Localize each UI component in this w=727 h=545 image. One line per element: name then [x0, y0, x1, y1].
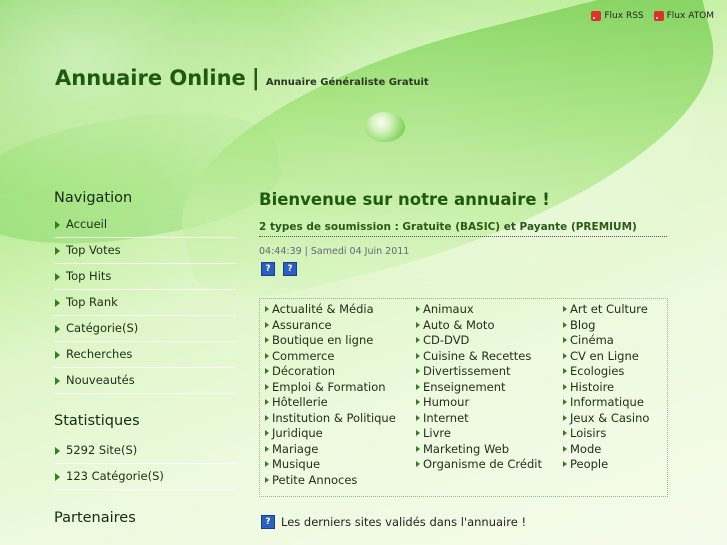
site-tagline: Annuaire Généraliste Gratuit — [265, 77, 429, 88]
info-icons: ? ? — [261, 262, 297, 276]
site-name[interactable]: Annuaire Online — [55, 66, 246, 90]
category-link[interactable]: Animaux — [415, 302, 542, 318]
category-link[interactable]: Organisme de Crédit — [415, 457, 542, 473]
category-link[interactable]: Art et Culture — [562, 302, 649, 318]
nav-item-top-rank[interactable]: Top Rank — [54, 290, 236, 316]
category-link[interactable]: Internet — [415, 411, 542, 427]
category-link[interactable]: CV en Ligne — [562, 349, 649, 365]
category-link[interactable]: Enseignement — [415, 380, 542, 396]
welcome-title: Bienvenue sur notre annuaire ! — [259, 190, 550, 209]
latest-sites-heading: Les derniers sites validés dans l'annuai… — [281, 515, 527, 529]
category-link[interactable]: Institution & Politique — [264, 411, 396, 427]
category-link[interactable]: Livre — [415, 426, 542, 442]
category-link[interactable]: Histoire — [562, 380, 649, 396]
category-link[interactable]: Petite Annoces — [264, 473, 396, 489]
category-link[interactable]: Auto & Moto — [415, 318, 542, 334]
category-link[interactable]: Musique — [264, 457, 396, 473]
submission-types: 2 types de soumission : Gratuite (BASIC)… — [259, 221, 667, 237]
category-link[interactable]: Boutique en ligne — [264, 333, 396, 349]
site-header: Annuaire Online | Annuaire Généraliste G… — [55, 66, 429, 91]
nav-item-accueil[interactable]: Accueil — [54, 212, 236, 238]
nav-item-categories[interactable]: Catégorie(S) — [54, 316, 236, 342]
category-link[interactable]: Blog — [562, 318, 649, 334]
category-link[interactable]: Divertissement — [415, 364, 542, 380]
date-time: 04:44:39 | Samedi 04 Juin 2011 — [259, 246, 410, 257]
navigation-list: Accueil Top Votes Top Hits Top Rank Caté… — [54, 212, 236, 394]
category-link[interactable]: Humour — [415, 395, 542, 411]
rss-icon — [591, 11, 602, 21]
nav-item-top-hits[interactable]: Top Hits — [54, 264, 236, 290]
category-link[interactable]: Assurance — [264, 318, 396, 334]
partners-heading: Partenaires — [54, 510, 136, 526]
feed-links: Flux RSS Flux ATOM — [591, 11, 714, 21]
statistics-heading: Statistiques — [54, 413, 140, 429]
category-link[interactable]: Mariage — [264, 442, 396, 458]
title-separator: | — [251, 66, 260, 91]
category-column-1: Actualité & Média Assurance Boutique en … — [264, 302, 396, 488]
category-link[interactable]: Décoration — [264, 364, 396, 380]
category-link[interactable]: People — [562, 457, 649, 473]
category-link[interactable]: Commerce — [264, 349, 396, 365]
nav-item-top-votes[interactable]: Top Votes — [54, 238, 236, 264]
navigation-heading: Navigation — [54, 190, 133, 206]
category-link[interactable]: Hôtellerie — [264, 395, 396, 411]
stat-categories: 123 Catégorie(S) — [54, 464, 236, 490]
background-leaf — [152, 0, 727, 315]
nav-item-nouveautes[interactable]: Nouveautés — [54, 368, 236, 394]
help-icon[interactable]: ? — [261, 262, 275, 276]
rss-icon — [653, 11, 664, 21]
category-link[interactable]: Loisirs — [562, 426, 649, 442]
rss-feed-link[interactable]: Flux RSS — [591, 11, 644, 21]
category-link[interactable]: Emploi & Formation — [264, 380, 396, 396]
category-column-2: Animaux Auto & Moto CD-DVD Cuisine & Rec… — [415, 302, 542, 473]
category-link[interactable]: CD-DVD — [415, 333, 542, 349]
category-link[interactable]: Jeux & Casino — [562, 411, 649, 427]
category-column-3: Art et Culture Blog Cinéma CV en Ligne E… — [562, 302, 649, 473]
latest-sites-section: ? Les derniers sites validés dans l'annu… — [261, 515, 526, 529]
category-link[interactable]: Marketing Web — [415, 442, 542, 458]
stat-sites: 5292 Site(S) — [54, 438, 236, 464]
help-icon[interactable]: ? — [283, 262, 297, 276]
category-link[interactable]: Cinéma — [562, 333, 649, 349]
nav-item-recherches[interactable]: Recherches — [54, 342, 236, 368]
category-link[interactable]: Ecologies — [562, 364, 649, 380]
atom-feed-link[interactable]: Flux ATOM — [653, 11, 714, 21]
water-drop-image — [365, 112, 405, 142]
statistics-list: 5292 Site(S) 123 Catégorie(S) — [54, 438, 236, 490]
category-link[interactable]: Cuisine & Recettes — [415, 349, 542, 365]
category-link[interactable]: Actualité & Média — [264, 302, 396, 318]
category-link[interactable]: Juridique — [264, 426, 396, 442]
category-list: Actualité & Média Assurance Boutique en … — [259, 298, 668, 497]
category-link[interactable]: Informatique — [562, 395, 649, 411]
category-link[interactable]: Mode — [562, 442, 649, 458]
sidebar: Navigation Accueil Top Votes Top Hits To… — [54, 190, 236, 526]
help-icon: ? — [261, 515, 275, 529]
